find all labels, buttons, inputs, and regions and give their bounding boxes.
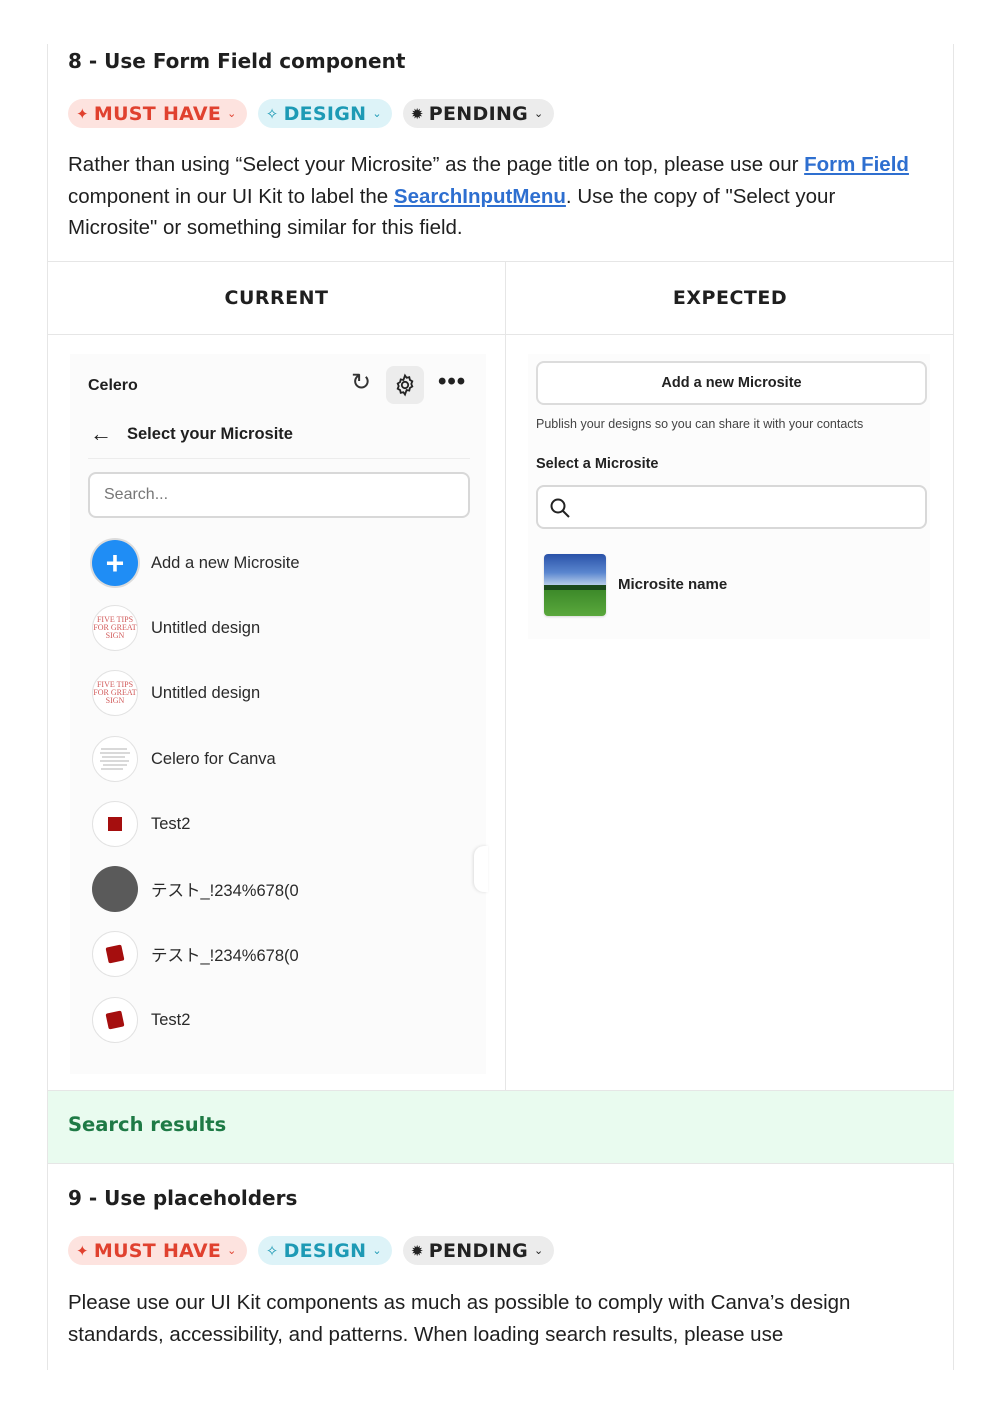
must-have-label: MUST HAVE [93, 1239, 222, 1262]
square-shape [108, 817, 122, 831]
search-placeholder: Search... [104, 486, 169, 503]
list-item[interactable]: Celero for Canva [92, 735, 276, 783]
section-9-tags: ✦ MUST HAVE ⌄ ✧ DESIGN ⌄ ✹ PENDING ⌄ [68, 1236, 554, 1265]
section-8-description: Rather than using “Select your Microsite… [68, 149, 928, 244]
burst-icon: ✹ [410, 1241, 424, 1260]
section-9-title: 9 - Use placeholders [68, 1186, 298, 1210]
red-square-icon [92, 997, 138, 1043]
chevron-down-icon: ⌄ [372, 107, 382, 120]
header-expected: EXPECTED [672, 287, 788, 309]
table-header-row: CURRENT EXPECTED [48, 262, 954, 335]
page-subtitle: Select your Microsite [127, 425, 293, 443]
search-results-label: Search results [68, 1113, 227, 1136]
section-8-title: 8 - Use Form Field component [68, 49, 406, 73]
list-item-label: テスト_!234%678(0 [151, 947, 299, 965]
design-thumbnail [92, 736, 138, 782]
comparison-table: CURRENT EXPECTED Celero ↻ ••• ← Select y… [48, 261, 954, 1092]
red-square-icon [92, 931, 138, 977]
chevron-down-icon: ⌄ [372, 1244, 382, 1257]
document-thumbnail-icon [100, 748, 130, 770]
list-item[interactable]: Test2 [92, 800, 190, 848]
publish-hint: Publish your designs so you can share it… [536, 417, 864, 431]
form-field-label: Select a Microsite [536, 456, 659, 472]
chevron-down-icon: ⌄ [227, 107, 237, 120]
refresh-icon[interactable]: ↻ [348, 370, 374, 396]
section-9-description: Please use our UI Kit components as much… [68, 1291, 851, 1346]
microsite-name[interactable]: Microsite name [618, 576, 727, 593]
add-microsite-label: Add a new Microsite [151, 553, 300, 572]
diamond-sparkle-icon: ✧ [265, 104, 279, 123]
divider [88, 458, 470, 459]
burst-icon: ✹ [410, 104, 424, 123]
current-screenshot: Celero ↻ ••• ← Select your Microsite Sea… [70, 354, 488, 1074]
back-arrow-icon[interactable]: ← [90, 421, 112, 447]
add-microsite-item[interactable]: + Add a new Microsite [92, 539, 300, 587]
red-square-icon [92, 801, 138, 847]
list-item[interactable]: Test2 [92, 996, 190, 1044]
dark-circle-icon [92, 866, 138, 912]
pending-label: PENDING [428, 102, 529, 125]
list-item[interactable]: テスト_!234%678(0 [92, 865, 299, 913]
list-item[interactable]: FIVE TIPS FOR GREAT SIGN Untitled design [92, 669, 260, 717]
document-page: 8 - Use Form Field component ✦ MUST HAVE… [47, 44, 954, 1370]
pending-tag[interactable]: ✹ PENDING ⌄ [402, 1236, 554, 1265]
list-item-label: Celero for Canva [151, 749, 276, 768]
design-thumbnail: FIVE TIPS FOR GREAT SIGN [92, 605, 138, 651]
microsite-thumbnail[interactable] [544, 554, 606, 616]
search-input-menu-link[interactable]: SearchInputMenu [394, 185, 566, 208]
design-label: DESIGN [283, 1239, 367, 1262]
search-input[interactable]: Search... [88, 472, 470, 518]
plus-icon: + [92, 540, 138, 586]
search-results-heading: Search results [48, 1091, 954, 1164]
thumbnail-text: FIVE TIPS FOR GREAT SIGN [93, 680, 137, 705]
column-divider [505, 262, 506, 1092]
list-item-label: Untitled design [151, 683, 261, 702]
settings-gear-button[interactable] [386, 366, 424, 404]
list-item-label: Test2 [151, 1010, 191, 1029]
desc-text-2: component in our UI Kit to label the [68, 184, 394, 208]
list-item[interactable]: FIVE TIPS FOR GREAT SIGN Untitled design [92, 604, 260, 652]
design-tag[interactable]: ✧ DESIGN ⌄ [257, 1236, 392, 1265]
thumbnail-grass [544, 589, 606, 616]
diamond-sparkle-icon: ✧ [265, 1241, 279, 1260]
must-have-tag[interactable]: ✦ MUST HAVE ⌄ [68, 99, 247, 128]
form-field-link[interactable]: Form Field [804, 153, 909, 176]
must-have-tag[interactable]: ✦ MUST HAVE ⌄ [68, 1236, 247, 1265]
must-have-label: MUST HAVE [93, 102, 222, 125]
add-microsite-button[interactable]: Add a new Microsite [536, 361, 927, 405]
sparkle-icon: ✦ [76, 1241, 89, 1260]
square-shape [105, 1010, 125, 1030]
pending-tag[interactable]: ✹ PENDING ⌄ [402, 99, 554, 128]
scroll-handle[interactable] [474, 846, 488, 892]
expected-screenshot: Add a new Microsite Publish your designs… [528, 354, 930, 639]
design-tag[interactable]: ✧ DESIGN ⌄ [257, 99, 392, 128]
thumbnail-text: FIVE TIPS FOR GREAT SIGN [93, 615, 137, 640]
list-item-label: Untitled design [151, 618, 261, 637]
header-current: CURRENT [224, 287, 329, 309]
desc-text-1: Rather than using “Select your Microsite… [68, 153, 805, 176]
list-item-label: Test2 [151, 814, 191, 833]
pending-label: PENDING [428, 1239, 529, 1262]
list-item-label: テスト_!234%678(0 [151, 882, 299, 900]
thumbnail-sky [544, 554, 606, 585]
sparkle-icon: ✦ [76, 104, 89, 123]
search-icon [550, 498, 570, 518]
more-options-icon[interactable]: ••• [438, 368, 466, 396]
gear-icon [396, 373, 414, 397]
chevron-down-icon: ⌄ [534, 1244, 544, 1257]
chevron-down-icon: ⌄ [227, 1244, 237, 1257]
square-shape [105, 944, 125, 964]
list-item[interactable]: テスト_!234%678(0 [92, 930, 299, 978]
chevron-down-icon: ⌄ [534, 107, 544, 120]
microsite-search-input[interactable] [536, 485, 927, 529]
design-label: DESIGN [283, 102, 367, 125]
design-thumbnail: FIVE TIPS FOR GREAT SIGN [92, 670, 138, 716]
app-brand: Celero [88, 377, 138, 394]
section-8-tags: ✦ MUST HAVE ⌄ ✧ DESIGN ⌄ ✹ PENDING ⌄ [68, 99, 554, 128]
